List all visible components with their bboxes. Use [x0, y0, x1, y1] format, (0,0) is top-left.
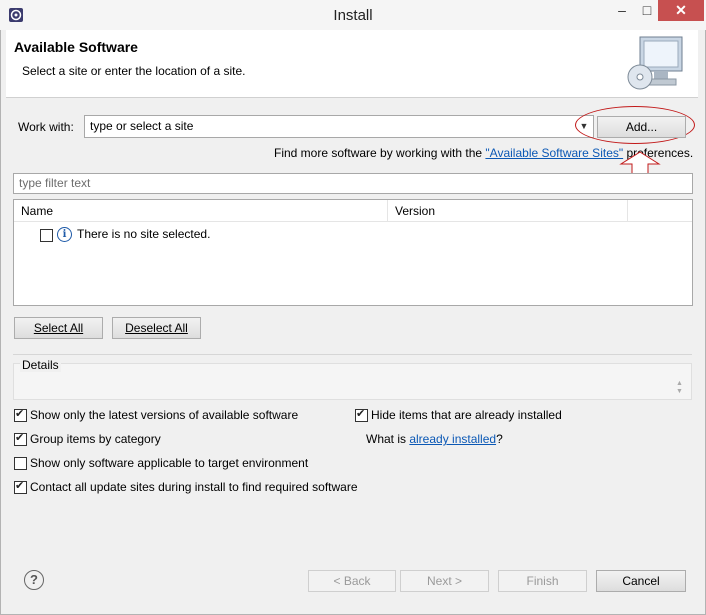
row-label: There is no site selected.	[77, 227, 211, 241]
available-software-sites-link[interactable]: "Available Software Sites"	[485, 146, 623, 160]
help-icon[interactable]: ?	[24, 570, 44, 590]
software-table[interactable]: Name Version i There is no site selected…	[13, 199, 693, 306]
finish-button[interactable]: Finish	[498, 570, 587, 592]
close-button[interactable]: ✕	[658, 0, 704, 21]
what-is-prefix: What is	[366, 432, 410, 446]
already-installed-link[interactable]: already installed	[409, 432, 496, 446]
hide-installed-label: Hide items that are already installed	[371, 408, 562, 422]
title-bar: Install – □ ✕	[0, 0, 706, 30]
column-header-version[interactable]: Version	[388, 200, 628, 222]
work-with-label: Work with:	[18, 120, 74, 134]
work-with-label-text: Work with:	[18, 120, 74, 134]
filter-input[interactable]: type filter text	[13, 173, 693, 194]
find-more-prefix: Find more software by working with the	[274, 146, 486, 160]
back-button[interactable]: < Back	[308, 570, 396, 592]
monitor-cd-icon	[627, 36, 683, 90]
select-all-button[interactable]: Select All	[14, 317, 103, 339]
group-category-checkbox[interactable]	[14, 431, 27, 446]
filter-placeholder: type filter text	[19, 176, 91, 190]
select-all-label: Select All	[33, 321, 84, 335]
contact-sites-checkbox[interactable]	[14, 479, 27, 494]
header-banner: Available Software Select a site or ente…	[6, 30, 698, 98]
hide-installed-checkbox[interactable]	[355, 407, 368, 422]
details-label: Details	[20, 358, 61, 372]
page-description: Select a site or enter the location of a…	[22, 64, 246, 78]
show-latest-checkbox[interactable]	[14, 407, 27, 422]
add-site-button[interactable]: Add...	[597, 116, 686, 138]
target-env-checkbox[interactable]	[14, 457, 27, 470]
info-icon: i	[57, 227, 72, 242]
details-scroll-icon[interactable]: ▲ ▼	[676, 380, 683, 396]
maximize-button[interactable]: □	[636, 0, 658, 21]
close-icon: ✕	[675, 2, 687, 18]
target-env-label: Show only software applicable to target …	[30, 456, 309, 470]
work-with-value: type or select a site	[90, 119, 194, 133]
details-group: Details ▲ ▼	[13, 354, 692, 401]
what-is-suffix: ?	[496, 432, 503, 446]
page-title: Available Software	[14, 39, 138, 55]
next-button[interactable]: Next >	[400, 570, 489, 592]
column-header-empty	[628, 200, 692, 222]
show-latest-label: Show only the latest versions of availab…	[30, 408, 299, 422]
minimize-button[interactable]: –	[608, 0, 636, 21]
group-category-label: Group items by category	[30, 432, 161, 446]
contact-sites-label: Contact all update sites during install …	[30, 480, 358, 494]
window-title: Install	[333, 7, 373, 24]
deselect-all-button[interactable]: Deselect All	[112, 317, 201, 339]
row-checkbox[interactable]	[40, 229, 53, 242]
deselect-all-label: Deselect All	[125, 321, 188, 335]
what-is-installed-text: What is already installed?	[366, 432, 503, 446]
details-text-area[interactable]	[13, 363, 692, 400]
cancel-button[interactable]: Cancel	[596, 570, 686, 592]
column-header-name[interactable]: Name	[14, 200, 388, 222]
work-with-combo[interactable]: type or select a site ▼	[84, 115, 594, 138]
